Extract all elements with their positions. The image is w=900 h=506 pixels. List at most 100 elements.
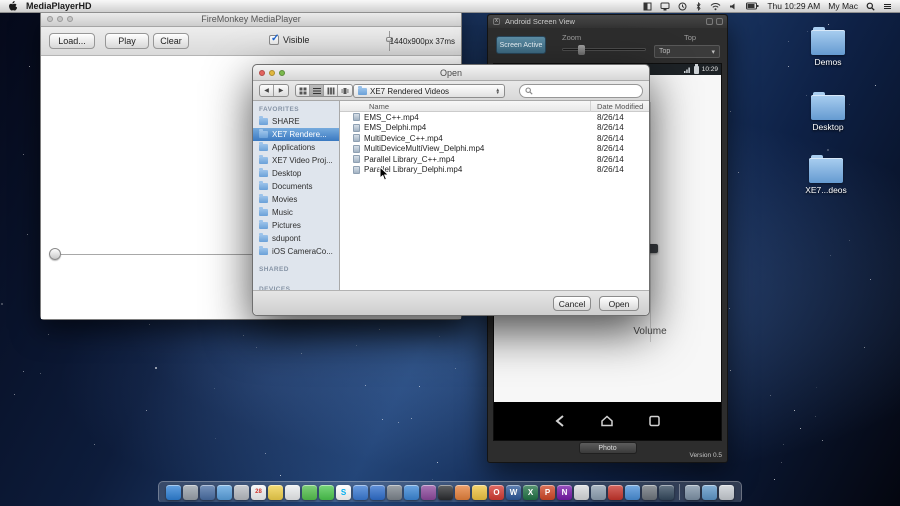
position-dropdown[interactable]: Top ▾ [654,45,720,58]
zoom-window-icon[interactable] [279,70,285,76]
play-button[interactable]: Play [105,33,149,49]
dock-icon-safari[interactable] [404,484,419,500]
sidebar-item-xe7-rendered[interactable]: XE7 Rendere... [253,128,339,141]
home-icon[interactable] [600,414,614,428]
dock-icon-launchpad[interactable] [183,484,198,500]
dock-icon-contacts[interactable] [234,484,249,500]
seek-slider-knob[interactable] [49,248,61,260]
dock-icon-reminders[interactable] [285,484,300,500]
dock-icon-mission-control[interactable] [200,484,215,500]
wifi-icon[interactable] [710,2,721,11]
zoom-slider[interactable] [562,45,646,55]
sidebar-item-movies[interactable]: Movies [253,193,339,206]
dock-icon-messages[interactable] [302,484,317,500]
notification-center-icon[interactable] [883,2,892,11]
menubar-user[interactable]: My Mac [828,1,858,11]
dock-icon-mail[interactable] [217,484,232,500]
sidebar-item-share[interactable]: SHARE [253,115,339,128]
volume-icon[interactable] [729,2,738,11]
open-dialog-titlebar[interactable]: Open [253,65,649,81]
dock-icon-word[interactable]: W [506,484,521,500]
sidebar-item-sdupont[interactable]: sdupont [253,232,339,245]
minimize-icon[interactable] [706,18,713,25]
close-icon[interactable] [47,16,53,22]
dock-icon-trash[interactable] [719,484,734,500]
visible-checkbox[interactable]: ✓ Visible [269,33,309,45]
sidebar-item-ios-camera[interactable]: iOS CameraCo... [253,245,339,258]
dock-icon-notes[interactable] [268,484,283,500]
dock-icon-preview[interactable] [591,484,606,500]
dock-icon-calendar[interactable]: 28 [251,484,266,500]
dock-icon-photo-booth[interactable] [421,484,436,500]
close-icon[interactable] [259,70,265,76]
dock-icon-chrome[interactable] [472,484,487,500]
display-icon[interactable] [660,2,670,11]
dock-icon-vm[interactable] [659,484,674,500]
menubar-clock[interactable]: Thu 10:29 AM [767,1,820,11]
dock-icon-opera[interactable]: O [489,484,504,500]
dock-icon-textedit[interactable] [574,484,589,500]
dock-icon-facetime[interactable] [319,484,334,500]
dock-icon-skype[interactable]: S [336,484,351,500]
coverflow-view-button[interactable] [338,85,352,96]
dock-icon-onenote[interactable]: N [557,484,572,500]
battery-icon[interactable] [746,2,759,10]
dock-icon-rad-studio[interactable] [608,484,623,500]
clear-button[interactable]: Clear [153,33,189,49]
load-button[interactable]: Load... [49,33,95,49]
column-date-modified[interactable]: Date Modified [597,102,643,111]
dock-icon-terminal[interactable] [438,484,453,500]
sidebar-item-desktop[interactable]: Desktop [253,167,339,180]
spotlight-icon[interactable] [866,2,875,11]
dock-icon-powerpoint[interactable]: P [540,484,555,500]
sidebar-item-xe7-video-projects[interactable]: XE7 Video Proj... [253,154,339,167]
minimize-icon[interactable] [269,70,275,76]
bluetooth-icon[interactable] [695,1,702,11]
search-input[interactable] [519,84,643,98]
dock-icon-system-preferences[interactable] [387,484,402,500]
dock-icon-app-store[interactable] [370,484,385,500]
dock-icon-excel[interactable]: X [523,484,538,500]
column-view-button[interactable] [324,85,338,96]
cancel-button[interactable]: Cancel [553,296,591,311]
zoom-window-icon[interactable] [67,16,73,22]
back-button[interactable]: ◀ [260,85,274,96]
file-row[interactable]: MultiDevice_C++.mp4 8/26/14 [340,133,649,144]
file-list-header[interactable]: Name Date Modified [340,101,649,112]
input-menu-icon[interactable] [643,2,652,11]
list-view-button[interactable] [310,85,324,96]
sidebar-item-documents[interactable]: Documents [253,180,339,193]
dock-icon-downloads-stack[interactable] [702,484,717,500]
time-machine-icon[interactable] [678,2,687,11]
screen-active-button[interactable]: Screen Active [496,36,546,54]
window-controls[interactable] [47,16,73,22]
apple-menu-icon[interactable] [8,0,17,12]
minimize-icon[interactable] [57,16,63,22]
dock-icon-itunes[interactable] [353,484,368,500]
desktop-icon-xe7-videos[interactable]: XE7...deos [802,155,850,195]
sidebar-item-applications[interactable]: Applications [253,141,339,154]
photo-button[interactable]: Photo [578,442,637,454]
dock-icon-xcode[interactable] [625,484,640,500]
firemonkey-titlebar[interactable]: FireMonkey MediaPlayer [41,11,461,27]
file-row[interactable]: MultiDeviceMultiView_Delphi.mp4 8/26/14 [340,144,649,155]
location-popup[interactable]: XE7 Rendered Videos ▲ ▼ [353,84,505,98]
dock-icon-utilities[interactable] [642,484,657,500]
dock-icon-firefox[interactable] [455,484,470,500]
file-row[interactable]: EMS_Delphi.mp4 8/26/14 [340,123,649,134]
sidebar-item-pictures[interactable]: Pictures [253,219,339,232]
dock-icon-finder[interactable] [166,484,181,500]
open-button[interactable]: Open [599,296,639,311]
zoom-slider-knob[interactable] [578,45,585,55]
maximize-icon[interactable] [716,18,723,25]
back-icon[interactable] [554,414,566,428]
desktop-icon-desktop[interactable]: Desktop [804,92,852,132]
file-row[interactable]: EMS_C++.mp4 8/26/14 [340,112,649,123]
column-name[interactable]: Name [340,102,389,111]
forward-button[interactable]: ▶ [274,85,288,96]
menubar-app-name[interactable]: MediaPlayerHD [26,1,92,11]
checkbox-icon[interactable]: ✓ [269,33,279,45]
close-icon[interactable]: x [493,18,500,25]
window-controls[interactable] [259,70,285,76]
recents-icon[interactable] [648,414,661,428]
